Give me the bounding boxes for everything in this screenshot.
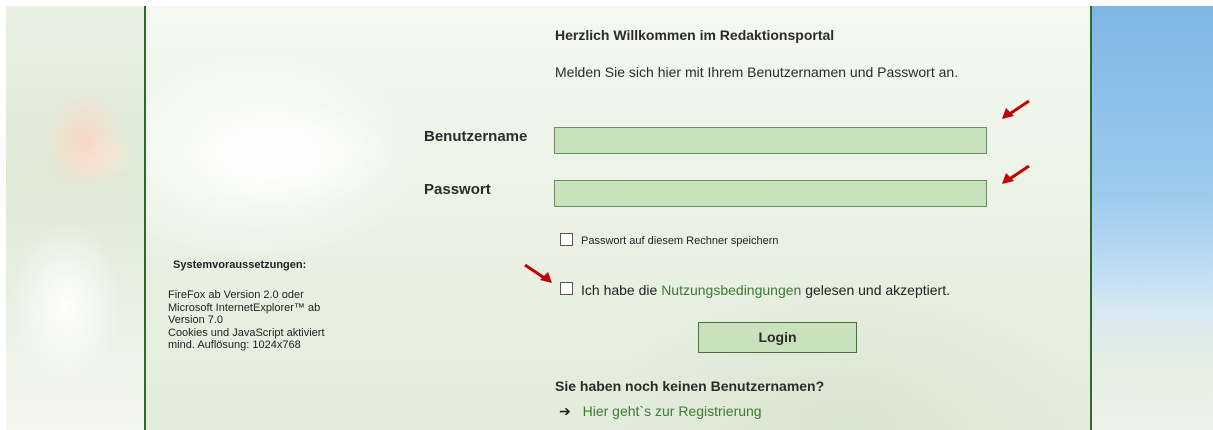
registration-link-row[interactable]: ➔ Hier geht`s zur Registrierung — [559, 403, 762, 420]
username-input[interactable] — [554, 127, 987, 154]
right-arrow-icon: ➔ — [559, 403, 571, 419]
system-requirement-line: Cookies und JavaScript aktiviert — [168, 326, 325, 339]
system-requirement-line: Version 7.0 — [168, 314, 224, 326]
login-page: Herzlich Willkommen im Redaktionsportal … — [0, 0, 1213, 430]
background-hand-image — [24, 66, 144, 216]
terms-link[interactable]: Nutzungsbedingungen — [661, 282, 801, 298]
password-label: Passwort — [424, 181, 491, 198]
red-arrow-icon — [1000, 99, 1030, 121]
red-arrow-icon — [524, 263, 554, 285]
welcome-title: Herzlich Willkommen im Redaktionsportal — [555, 27, 835, 43]
remember-password-checkbox[interactable] — [560, 233, 573, 246]
password-input[interactable] — [554, 180, 987, 207]
system-requirement-line: FireFox ab Version 2.0 oder — [168, 289, 304, 301]
terms-prefix: Ich habe die — [581, 282, 658, 298]
system-requirement-line: mind. Auflösung: 1024x768 — [168, 339, 301, 351]
panel-border-left — [144, 6, 146, 430]
background-arm-image — [150, 80, 430, 230]
username-label: Benutzername — [424, 128, 528, 145]
background-grass-right — [1092, 290, 1213, 430]
system-requirements-title: Systemvoraussetzungen: — [173, 259, 307, 271]
terms-accept-checkbox[interactable] — [560, 282, 573, 295]
panel-border-right — [1090, 6, 1092, 430]
system-requirement-line: Microsoft InternetExplorer™ ab — [168, 301, 321, 314]
system-requirements-list: FireFox ab Version 2.0 oder Microsoft In… — [168, 289, 325, 352]
red-arrow-icon — [1000, 164, 1030, 186]
terms-suffix: gelesen und akzeptiert. — [805, 282, 950, 298]
welcome-text: Melden Sie sich hier mit Ihrem Benutzern… — [555, 64, 959, 80]
registration-link[interactable]: Hier geht`s zur Registrierung — [583, 403, 762, 419]
registration-title: Sie haben noch keinen Benutzernamen? — [555, 378, 825, 394]
terms-accept-label: Ich habe die Nutzungsbedingungen gelesen… — [581, 282, 950, 298]
login-button[interactable]: Login — [698, 322, 857, 353]
remember-password-label: Passwort auf diesem Rechner speichern — [581, 235, 779, 247]
